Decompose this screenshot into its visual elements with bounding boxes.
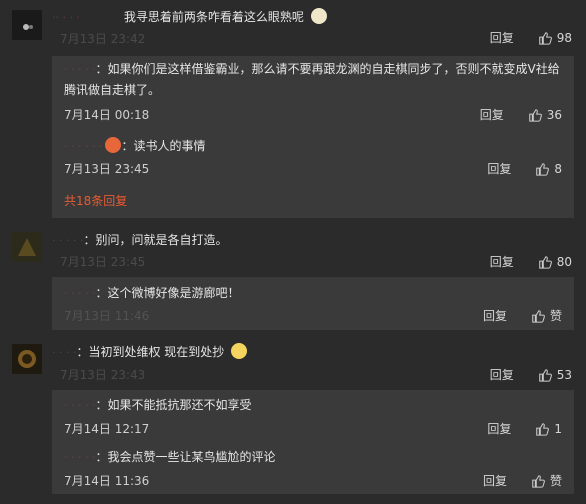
- like-count: 赞: [549, 309, 562, 323]
- reply-username[interactable]: · · · · · ·: [64, 140, 102, 153]
- reply-button[interactable]: 回复: [490, 253, 514, 270]
- reply-text: ：读书人的事情: [121, 139, 206, 153]
- avatar-image: [12, 232, 42, 262]
- reply-text: ：如果不能抵抗那还不如享受: [95, 398, 252, 412]
- panda-emoji-icon: [310, 8, 327, 24]
- reply-actions: 回复 1: [487, 420, 562, 437]
- username[interactable]: ·· · · ·: [52, 11, 80, 24]
- avatar-image: [12, 344, 42, 374]
- doge-emoji-icon: [231, 343, 248, 359]
- reply-button[interactable]: 回复: [483, 307, 507, 324]
- like-button[interactable]: 98: [538, 31, 572, 45]
- thumbs-up-icon: [532, 309, 545, 323]
- reply-actions: 回复 赞: [483, 472, 562, 489]
- reply-username[interactable]: · · · · ·: [64, 63, 95, 76]
- comment-time: 7月13日 23:42: [60, 32, 146, 46]
- comment-time: 7月13日 23:43: [60, 368, 146, 382]
- thumbs-up-icon: [538, 31, 552, 45]
- comment-text: ：别问，问就是各自打造。: [83, 233, 228, 247]
- thumbs-up-icon: [536, 422, 550, 436]
- comment-text: ：当初到处维权 现在到处抄: [76, 345, 225, 359]
- reply-line: · · · · · · ：读书人的事情: [64, 136, 564, 157]
- like-button[interactable]: 8: [535, 162, 562, 176]
- reply-username[interactable]: · · · · ·: [64, 287, 95, 300]
- view-more-replies-link[interactable]: 共18条回复: [64, 192, 127, 209]
- like-count: 36: [546, 107, 562, 122]
- thumbs-up-icon: [528, 108, 542, 122]
- like-count: 80: [556, 254, 572, 269]
- reply-actions: 回复 8: [487, 160, 562, 177]
- comment-line: · · · ·：当初到处维权 现在到处抄: [52, 343, 248, 360]
- reply-line: · · · · ·：如果你们是这样借鉴霸业，那么请不要再跟龙渊的自走棋同步了，否…: [64, 59, 564, 101]
- reply-line: · · · · ·：我会点赞一些让某鸟尴尬的评论: [64, 447, 564, 468]
- reply-actions: 回复 赞: [483, 307, 562, 324]
- like-count: 98: [556, 30, 572, 45]
- like-button[interactable]: 赞: [531, 307, 562, 324]
- reply-button[interactable]: 回复: [490, 29, 514, 46]
- avatar-image: [12, 10, 42, 40]
- avatar[interactable]: [12, 10, 42, 40]
- reply-text: ：这个微博好像是游廊吧！: [95, 286, 240, 300]
- like-count: 53: [556, 367, 572, 382]
- reply-button[interactable]: 回复: [490, 366, 514, 383]
- reply-username[interactable]: · · · · ·: [64, 451, 95, 464]
- like-button[interactable]: 赞: [531, 472, 562, 489]
- reply-text: ：如果你们是这样借鉴霸业，那么请不要再跟龙渊的自走棋同步了，否则不就变成V社给腾…: [64, 62, 560, 97]
- reply-button[interactable]: 回复: [487, 420, 511, 437]
- reply-time: 7月14日 00:18: [64, 108, 150, 122]
- reply-button[interactable]: 回复: [487, 160, 511, 177]
- reply-line: · · · · ·：这个微博好像是游廊吧！: [64, 283, 564, 304]
- thumbs-up-icon: [538, 368, 552, 382]
- comment-actions: 回复 80: [490, 253, 572, 270]
- reply-time: 7月13日 11:46: [64, 309, 150, 323]
- username[interactable]: · · · · ·: [52, 234, 83, 247]
- thumbs-up-icon: [538, 255, 552, 269]
- comment-line: ·· · · · 我寻思着前两条咋看着这么眼熟呢: [52, 8, 327, 25]
- comment-line: · · · · ·：别问，问就是各自打造。: [52, 231, 228, 248]
- like-button[interactable]: 36: [528, 108, 562, 122]
- like-count: 1: [554, 421, 562, 436]
- like-count: 8: [554, 161, 562, 176]
- reply-time: 7月14日 12:17: [64, 422, 150, 436]
- reply-box: · · · · ·：这个微博好像是游廊吧！ 7月13日 11:46 回复 赞: [52, 277, 574, 330]
- emoji-icon: [105, 137, 122, 153]
- reply-time: 7月14日 11:36: [64, 474, 150, 488]
- comment-actions: 回复 98: [490, 29, 572, 46]
- username[interactable]: · · · ·: [52, 346, 76, 359]
- thumbs-up-icon: [536, 162, 550, 176]
- comment-time: 7月13日 23:45: [60, 255, 146, 269]
- reply-button[interactable]: 回复: [480, 106, 504, 123]
- reply-line: · · · · ·：如果不能抵抗那还不如享受: [64, 395, 564, 416]
- avatar[interactable]: [12, 344, 42, 374]
- reply-text: ：我会点赞一些让某鸟尴尬的评论: [95, 450, 276, 464]
- comment-actions: 回复 53: [490, 366, 572, 383]
- avatar[interactable]: [12, 232, 42, 262]
- reply-box: · · · · ·：如果你们是这样借鉴霸业，那么请不要再跟龙渊的自走棋同步了，否…: [52, 56, 574, 218]
- like-button[interactable]: 1: [535, 422, 562, 436]
- comment-text: 我寻思着前两条咋看着这么眼熟呢: [123, 10, 304, 24]
- thumbs-up-icon: [532, 474, 545, 488]
- reply-username[interactable]: · · · · ·: [64, 399, 95, 412]
- reply-actions: 回复 36: [480, 106, 562, 123]
- like-count: 赞: [549, 474, 562, 488]
- reply-button[interactable]: 回复: [483, 472, 507, 489]
- like-button[interactable]: 80: [538, 255, 572, 269]
- like-button[interactable]: 53: [538, 368, 572, 382]
- reply-time: 7月13日 23:45: [64, 162, 150, 176]
- reply-box: · · · · ·：如果不能抵抗那还不如享受 7月14日 12:17 回复 1 …: [52, 390, 574, 494]
